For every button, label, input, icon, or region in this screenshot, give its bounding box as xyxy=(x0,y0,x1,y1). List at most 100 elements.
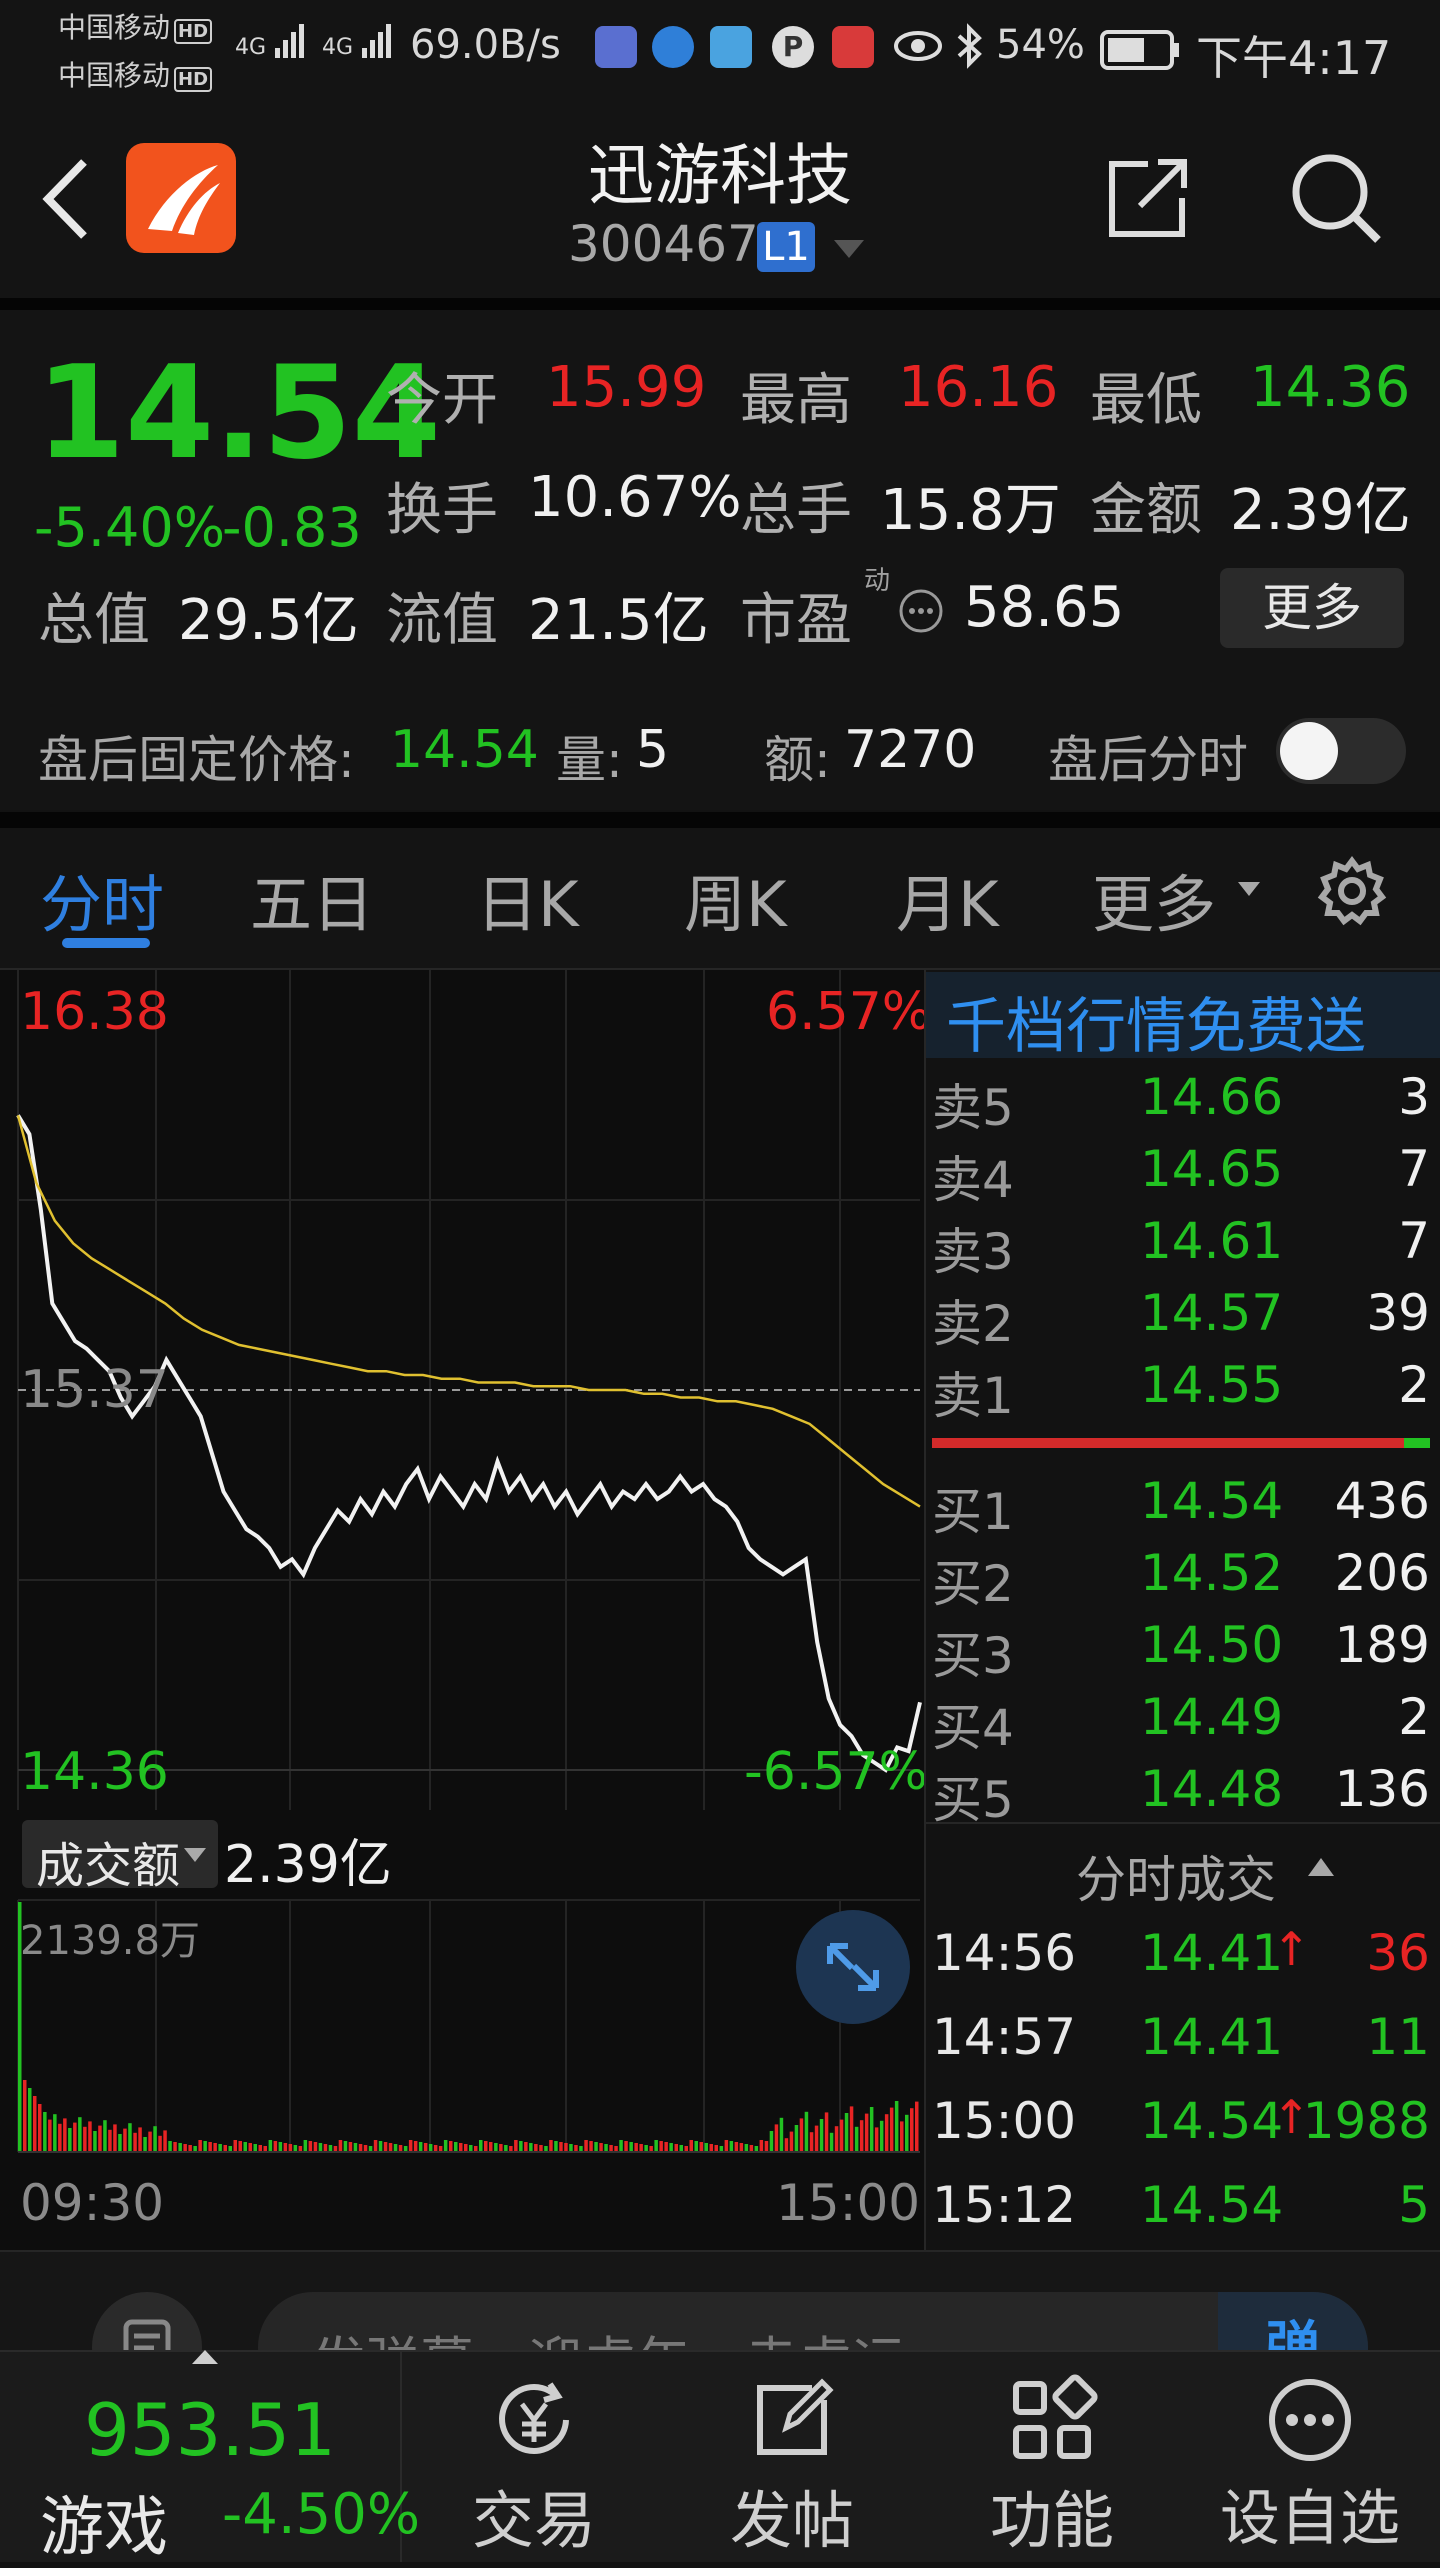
volume-bar xyxy=(398,2145,403,2152)
order-book-asks-3-price: 14.61 xyxy=(1140,1212,1284,1270)
volume-bar xyxy=(358,2144,363,2152)
after-hours-price: 14.54 xyxy=(390,720,539,780)
volume-bar xyxy=(679,2145,683,2152)
toggle-knob xyxy=(1280,722,1338,780)
volume-bar xyxy=(489,2142,493,2152)
tab-4[interactable]: 月K xyxy=(896,854,999,944)
volume-bar xyxy=(408,2140,413,2152)
volume-bar xyxy=(664,2142,668,2152)
volume-bar xyxy=(569,2144,573,2152)
bluetooth-icon xyxy=(955,22,985,80)
after-hours-amt: 7270 xyxy=(844,720,977,780)
tick-volume: 11 xyxy=(1366,2008,1430,2066)
volume-bar xyxy=(449,2141,453,2152)
tab-3[interactable]: 周K xyxy=(684,854,787,944)
volume-bar xyxy=(58,2123,62,2152)
float-value: 21.5亿 xyxy=(528,588,709,653)
volume-bar xyxy=(504,2145,508,2152)
volume-bar xyxy=(724,2140,729,2152)
volume-bar xyxy=(604,2144,608,2152)
after-hours-toggle[interactable] xyxy=(1276,718,1406,784)
volume-bar xyxy=(48,2119,52,2152)
volume-bar xyxy=(694,2141,698,2152)
order-book-asks-1-vol: 3 xyxy=(1398,1068,1430,1126)
volume-bar xyxy=(253,2144,257,2152)
volume-bar xyxy=(834,2126,839,2152)
nav-post-label: 发帖 xyxy=(729,2484,854,2557)
volume-bar xyxy=(789,2131,794,2152)
comment-list-button[interactable] xyxy=(92,2292,202,2352)
fullscreen-button[interactable] xyxy=(796,1910,910,2024)
nav-add-watchlist[interactable]: 设自选 xyxy=(1190,2352,1430,2562)
order-book-bids-5-vol: 136 xyxy=(1334,1760,1430,1818)
volume-bar xyxy=(318,2143,323,2152)
after-hours-vol: 5 xyxy=(636,720,670,780)
nav-trade[interactable]: 交易 xyxy=(414,2352,654,2562)
volume-bar xyxy=(288,2144,293,2152)
chart-settings-button[interactable] xyxy=(1316,855,1388,931)
volume-bar xyxy=(584,2140,588,2152)
pe-dynamic-sup: 动 xyxy=(864,566,891,596)
trade-yen-icon xyxy=(499,2382,569,2454)
volume-bar xyxy=(273,2141,278,2152)
ticks-title[interactable]: 分时成交 xyxy=(1076,1840,1276,1912)
volume-bar xyxy=(283,2143,288,2152)
sector-index-button[interactable]: 953.51 游戏 -4.50% xyxy=(0,2352,420,2565)
volume-bar xyxy=(889,2107,894,2152)
volume-bar xyxy=(629,2142,633,2152)
danmu-toggle-button[interactable]: 弹 xyxy=(1218,2292,1368,2352)
volume-bar xyxy=(363,2145,368,2152)
tab-1[interactable]: 五日 xyxy=(250,854,374,944)
volume-bar xyxy=(519,2141,523,2152)
volume-bar xyxy=(383,2142,388,2152)
gear-icon xyxy=(1317,856,1387,926)
tick-time: 15:00 xyxy=(932,2092,1077,2150)
pe-info-icon[interactable] xyxy=(898,588,944,638)
volume-bar xyxy=(53,2114,57,2152)
tick-time: 14:57 xyxy=(932,2008,1077,2066)
volume-bar xyxy=(133,2132,137,2152)
tab-2[interactable]: 日K xyxy=(476,854,579,944)
stock-code: 300467 xyxy=(568,215,759,273)
carrier-2: 中国移动 HD xyxy=(58,54,213,94)
nav-post[interactable]: 发帖 xyxy=(672,2352,912,2562)
more-tabs-dropdown-icon xyxy=(1236,880,1262,902)
tab-0[interactable]: 分时 xyxy=(40,854,164,944)
volume-bar xyxy=(839,2119,844,2152)
volume-bar xyxy=(464,2144,468,2152)
order-book-bids-3-price: 14.50 xyxy=(1140,1616,1284,1674)
volume-bar xyxy=(529,2143,533,2152)
volume-bar xyxy=(759,2140,764,2152)
order-book-asks-2-vol: 7 xyxy=(1398,1140,1430,1198)
volume-bar xyxy=(173,2142,177,2152)
level-dropdown-icon[interactable] xyxy=(832,238,866,264)
level-badge[interactable]: L1 xyxy=(757,222,815,272)
volume-bar xyxy=(749,2145,754,2152)
tick-up-arrow-icon: ↑ xyxy=(1272,1922,1311,1976)
last-price: 14.54 xyxy=(36,339,441,488)
nav-functions[interactable]: 功能 xyxy=(932,2352,1172,2562)
volume-selector[interactable]: 成交额 xyxy=(22,1820,218,1894)
volume-bar xyxy=(313,2142,318,2152)
pe-value: 58.65 xyxy=(964,575,1125,640)
volume-bar xyxy=(549,2140,553,2152)
volume-bar xyxy=(709,2144,713,2152)
tab-5[interactable]: 更多 xyxy=(1092,854,1216,944)
tick-time: 15:12 xyxy=(932,2176,1077,2234)
more-quote-button[interactable]: 更多 xyxy=(1220,568,1404,648)
order-book-asks-3-label: 卖3 xyxy=(932,1223,1014,1281)
volume-bar xyxy=(674,2144,678,2152)
volume-bar xyxy=(258,2145,262,2152)
volume-bar xyxy=(433,2145,438,2152)
share-button[interactable] xyxy=(1100,150,1196,250)
order-book-bids-5-price: 14.48 xyxy=(1140,1760,1284,1818)
volume-bar xyxy=(293,2145,298,2152)
divider xyxy=(926,1822,1440,1824)
danmu-input[interactable]: 发弹幕，迎虎年，走虎运 弹 xyxy=(258,2292,1368,2352)
promo-banner[interactable]: 千档行情免费送 xyxy=(926,972,1440,1062)
back-button[interactable] xyxy=(38,154,98,248)
search-button[interactable] xyxy=(1286,148,1386,252)
volume-bar xyxy=(774,2124,779,2152)
volume-bar xyxy=(168,2141,172,2152)
spread-bar-green xyxy=(1404,1438,1430,1448)
